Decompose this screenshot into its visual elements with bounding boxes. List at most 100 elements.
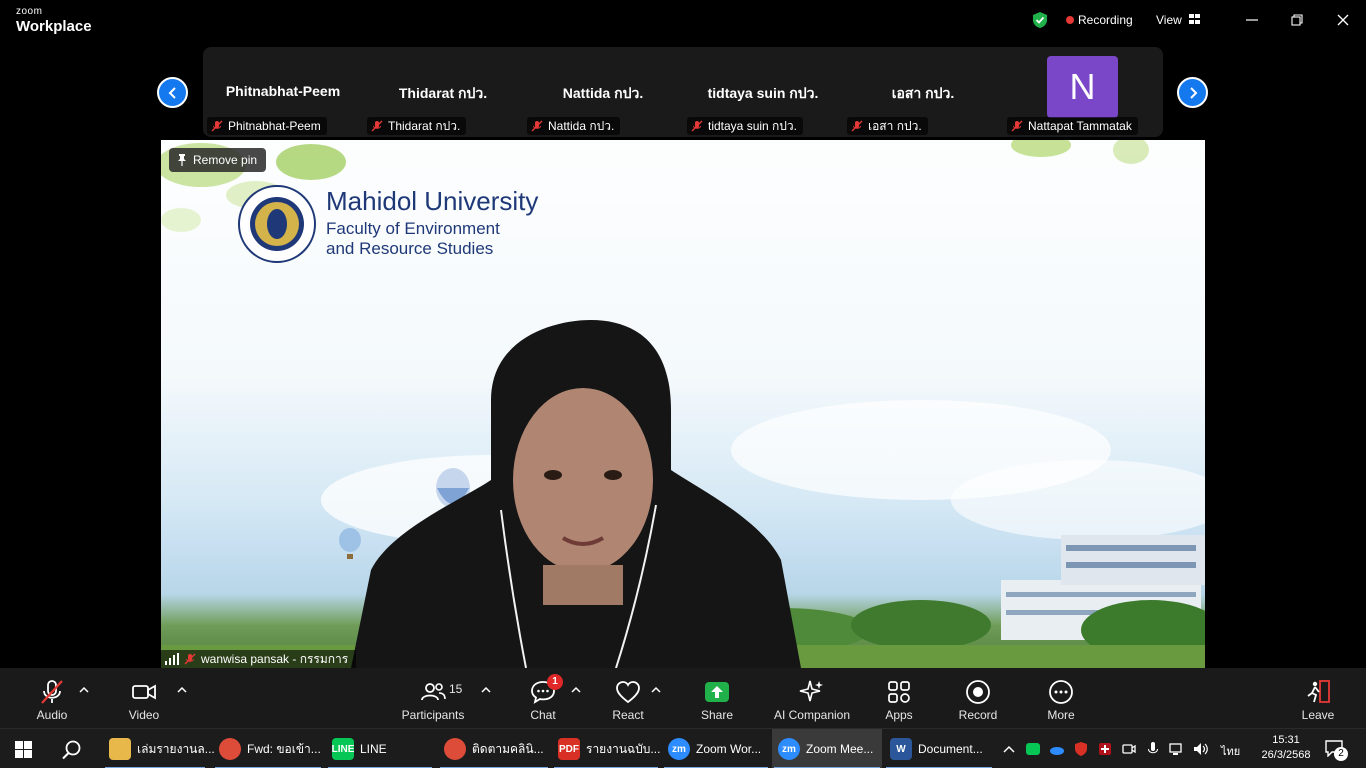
zoom-icon: zm [668,738,690,760]
more-button[interactable]: More [1040,668,1082,728]
ai-companion-label: AI Companion [773,708,851,722]
mic-muted-icon [211,120,223,132]
antivirus-icon[interactable] [1097,741,1113,757]
participants-icon [421,683,446,701]
microphone-tray-icon[interactable] [1145,741,1161,757]
show-hidden-icons-chevron-icon[interactable] [1001,741,1017,757]
pinned-video[interactable]: Remove pin Mahidol University Faculty of… [161,140,1205,668]
apps-button[interactable]: Apps [879,668,919,728]
line-tray-icon[interactable] [1025,741,1041,757]
title-bar: zoom Workplace Recording View [0,0,1366,40]
camera-tray-icon[interactable] [1121,741,1137,757]
participant-tile[interactable]: Phitnabhat-Peem Phitnabhat-Peem [203,47,363,137]
leave-button[interactable]: Leave [1300,668,1336,728]
participant-name: Phitnabhat-Peem [225,83,341,99]
apps-icon [888,681,910,703]
participant-tile[interactable]: tidtaya suin กปว. tidtaya suin กปว. [683,47,843,137]
speaker-name: wanwisa pansak - กรรมการ [201,652,349,666]
taskbar-app[interactable]: เล่มรายงานล... [103,729,215,768]
clock-date: 26/3/2568 [1261,749,1311,761]
recording-dot-icon [1066,16,1074,24]
university-name: Mahidol University [326,186,539,216]
chat-button[interactable]: 1 Chat [525,668,563,728]
more-label: More [1047,708,1075,722]
taskbar-app-active[interactable]: zm Zoom Mee... [772,729,882,768]
video-camera-icon [132,684,156,700]
virtual-background [161,140,1205,668]
record-button[interactable]: Record [955,668,1001,728]
security-shield-icon[interactable] [1073,741,1089,757]
input-language[interactable]: ไทย [1221,742,1240,760]
participant-label: Nattida กปว. [527,117,621,135]
react-button[interactable]: React [608,668,648,728]
share-screen-icon [705,682,729,702]
mic-muted-icon [1011,120,1023,132]
remove-pin-label: Remove pin [193,153,258,167]
network-icon[interactable] [1169,741,1185,757]
word-icon: W [890,738,912,760]
taskbar-app[interactable]: PDF รายงานฉบับ... [552,729,660,768]
minimize-icon[interactable] [1242,10,1262,30]
view-button[interactable]: View [1156,13,1182,27]
participant-name: Nattida กปว. [562,85,644,101]
chat-options-chevron-icon[interactable] [571,686,581,694]
participant-tile[interactable]: Nattida กปว. Nattida กปว. [523,47,683,137]
faculty-line-1: Faculty of Environment [326,219,500,238]
more-dots-icon [1049,680,1073,704]
taskbar-app[interactable]: Fwd: ขอเข้า... [213,729,323,768]
participant-label-text: Nattida กปว. [548,119,615,133]
chat-label: Chat [530,708,556,722]
recording-indicator[interactable]: Recording [1078,13,1133,27]
record-icon [966,680,990,704]
chat-icon-wrap: 1 [529,674,563,706]
taskbar-app-label: รายงานฉบับ... [586,741,661,756]
taskbar-app[interactable]: LINE LINE [326,729,434,768]
close-icon[interactable] [1333,10,1353,30]
brand-zoom: zoom [16,6,43,17]
view-grid-icon[interactable] [1189,14,1200,24]
react-options-chevron-icon[interactable] [651,686,661,694]
taskbar-app-label: Fwd: ขอเข้า... [247,741,321,756]
onedrive-icon[interactable] [1049,741,1065,757]
participants-options-chevron-icon[interactable] [481,686,491,694]
share-button[interactable]: Share [697,668,737,728]
chrome-icon [444,738,466,760]
zoom-icon: zm [778,738,800,760]
strip-prev-button[interactable] [157,77,188,108]
participant-label-text: Thidarat กปว. [388,119,461,133]
participant-tile[interactable]: Thidarat กปว. Thidarat กปว. [363,47,523,137]
participants-label: Participants [401,708,465,722]
participant-label: เอสา กปว. [847,117,928,135]
system-clock[interactable]: 15:31 26/3/2568 [1258,733,1314,763]
mic-muted-icon [851,120,863,132]
taskbar-app[interactable]: zm Zoom Wor... [662,729,770,768]
notification-center-button[interactable]: 2 [1324,739,1348,761]
mic-muted-icon [41,680,63,704]
encryption-shield-icon[interactable] [1031,11,1049,29]
participants-button[interactable]: Participants [400,668,466,728]
speaker-label: wanwisa pansak - กรรมการ [161,650,357,668]
participant-tile[interactable]: เอสา กปว. เอสา กปว. [843,47,1003,137]
video-options-chevron-icon[interactable] [177,686,187,694]
audio-button[interactable]: Audio [30,668,74,728]
ai-companion-button[interactable]: AI Companion [772,668,852,728]
audio-options-chevron-icon[interactable] [79,686,89,694]
windows-start-icon[interactable] [15,741,32,758]
taskbar-app[interactable]: W Document... [884,729,994,768]
taskbar-app[interactable]: ติดตามคลินิ... [438,729,550,768]
strip-next-button[interactable] [1177,77,1208,108]
leave-door-icon [1307,680,1330,703]
participant-name: Thidarat กปว. [398,85,488,101]
record-label: Record [958,708,998,722]
participant-label-text: tidtaya suin กปว. [708,119,797,133]
video-button[interactable]: Video [122,668,166,728]
speaker-volume-icon[interactable] [1193,741,1209,757]
restore-icon[interactable] [1287,10,1307,30]
chat-unread-badge: 1 [547,674,563,690]
heart-icon [616,681,640,704]
chrome-icon [219,738,241,760]
search-icon[interactable] [61,739,82,760]
participant-tile[interactable]: N Nattapat Tammatak [1003,47,1163,137]
taskbar-app-label: ติดตามคลินิ... [472,741,544,756]
remove-pin-button[interactable]: Remove pin [169,148,267,172]
